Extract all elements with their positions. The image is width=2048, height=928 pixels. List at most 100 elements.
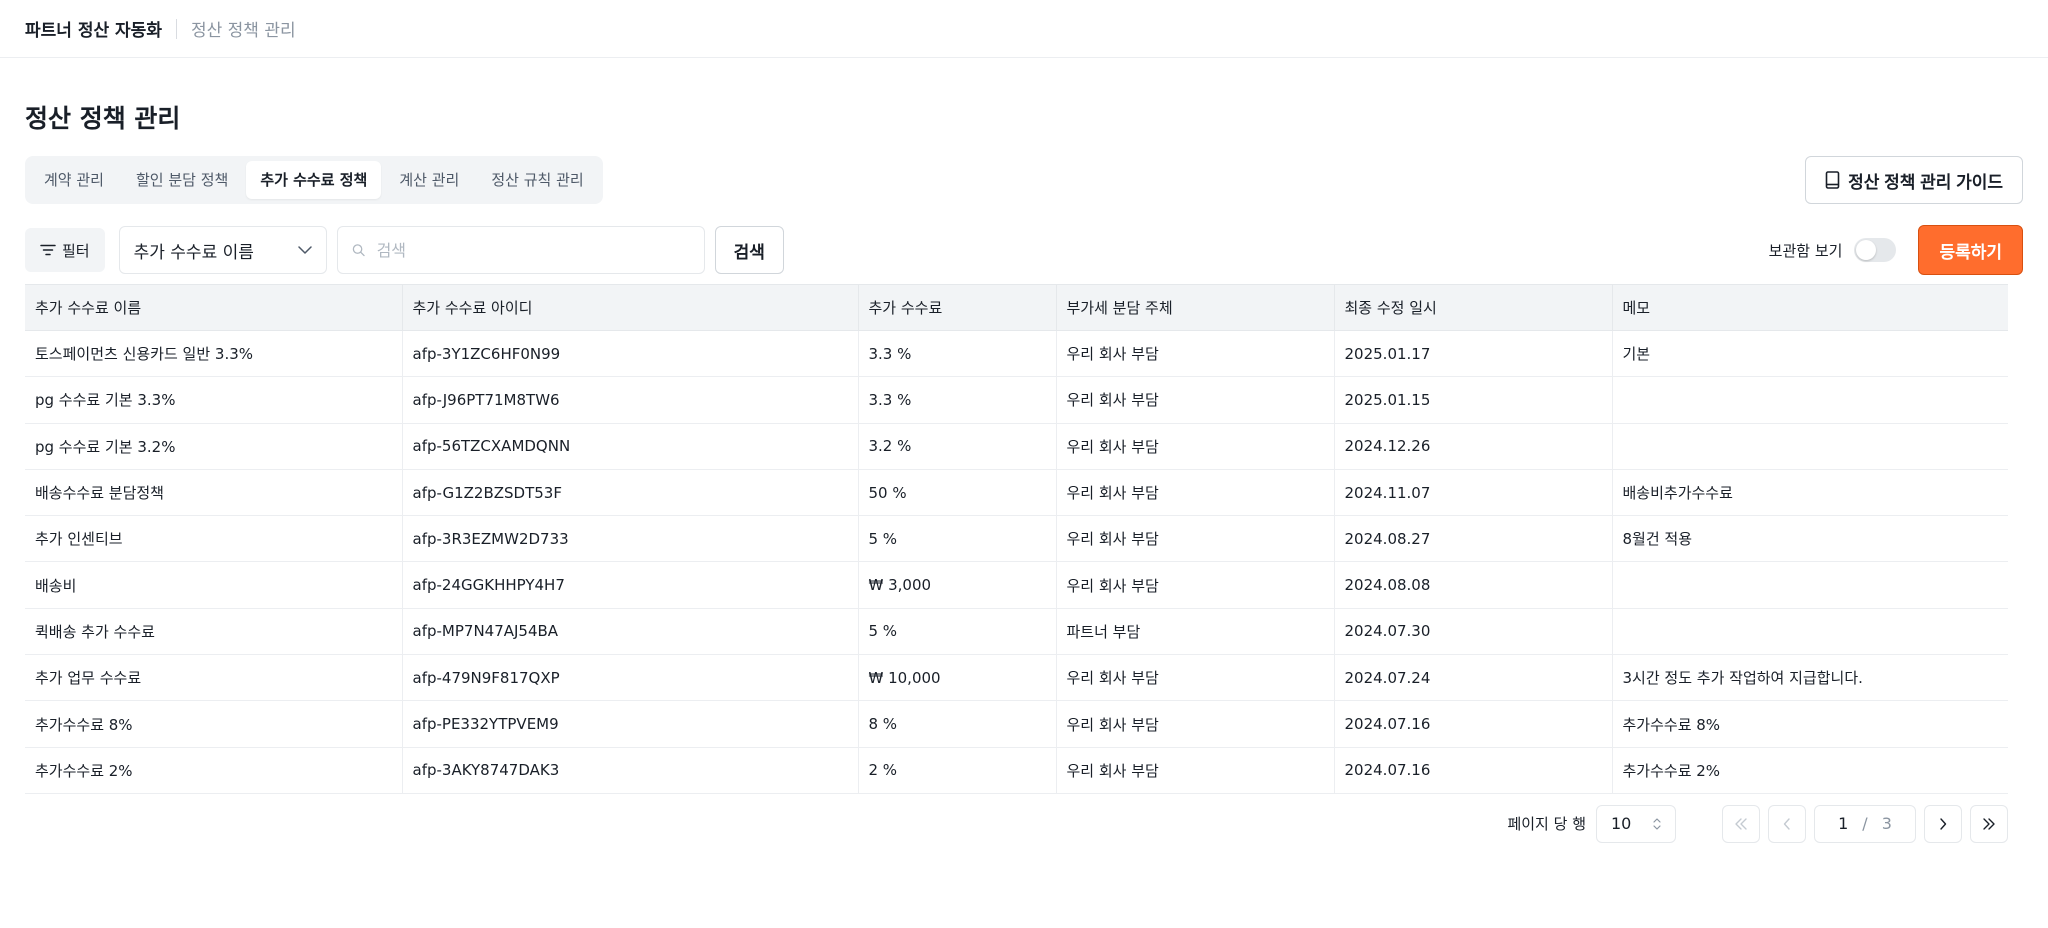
main-content: 정산 정책 관리 계약 관리 할인 분담 정책 추가 수수료 정책 계산 관리 … (0, 102, 2048, 844)
register-button[interactable]: 등록하기 (1918, 225, 2023, 275)
fee-amount-cell: ₩ 3,000 (858, 561, 1057, 609)
table-row[interactable]: pg 수수료 기본 3.3% afp-J96PT71M8TW6 3.3 % 우리… (25, 376, 2008, 424)
memo-cell: 추가수수료 8% (1612, 700, 2008, 748)
archive-toggle[interactable] (1854, 238, 1897, 262)
rows-per-page-label: 페이지 당 행 (1507, 815, 1586, 834)
chevron-up-down-icon (1653, 818, 1661, 830)
vat-bearer-cell: 우리 회사 부담 (1056, 700, 1335, 748)
fee-id-cell: afp-3AKY8747DAK3 (402, 747, 859, 794)
rows-per-page-value: 10 (1611, 814, 1632, 834)
tab-calculation[interactable]: 계산 관리 (385, 161, 473, 199)
vat-bearer-cell: 우리 회사 부담 (1056, 423, 1335, 470)
fee-id-cell: afp-3Y1ZC6HF0N99 (402, 330, 859, 378)
filter-button[interactable]: 필터 (25, 228, 105, 272)
page-indicator: 1 / 3 (1814, 804, 1916, 843)
table-row[interactable]: 퀵배송 추가 수수료 afp-MP7N47AJ54BA 5 % 파트너 부담 2… (25, 608, 2008, 656)
tab-additional-fee[interactable]: 추가 수수료 정책 (246, 161, 382, 199)
updated-at-cell: 2024.11.07 (1334, 469, 1613, 517)
fee-id-cell: afp-PE332YTPVEM9 (402, 700, 859, 748)
toolbar: 필터 추가 수수료 이름 검색 보관함 보기 등록하기 (25, 225, 2023, 275)
search-button[interactable]: 검색 (714, 226, 784, 274)
fee-name-cell: pg 수수료 기본 3.3% (25, 376, 403, 424)
fee-name-cell: 추가 업무 수수료 (25, 654, 403, 702)
rows-per-page-select[interactable]: 10 (1596, 804, 1676, 843)
current-page[interactable]: 1 (1838, 814, 1848, 833)
memo-cell (1612, 423, 2008, 470)
fee-amount-cell: 5 % (858, 608, 1057, 656)
updated-at-cell: 2025.01.17 (1334, 330, 1613, 378)
table-row[interactable]: 배송비 afp-24GGKHHPY4H7 ₩ 3,000 우리 회사 부담 20… (25, 561, 2008, 609)
fee-amount-cell: 2 % (858, 747, 1057, 794)
table-row[interactable]: 토스페이먼츠 신용카드 일반 3.3% afp-3Y1ZC6HF0N99 3.3… (25, 330, 2008, 378)
archive-view: 보관함 보기 (1769, 238, 1897, 262)
filter-label: 필터 (62, 241, 90, 260)
updated-at-cell: 2024.07.16 (1334, 747, 1613, 794)
prev-page-button[interactable] (1768, 804, 1806, 843)
app-title[interactable]: 파트너 정산 자동화 (25, 16, 162, 41)
next-page-button[interactable] (1924, 804, 1962, 843)
fee-name-cell: 추가 인센티브 (25, 515, 403, 563)
header-divider (175, 18, 177, 39)
updated-at-cell: 2024.07.24 (1334, 654, 1613, 702)
chevron-left-icon (1783, 818, 1790, 830)
chevron-right-icon (1940, 818, 1947, 830)
fee-name-cell: 추가수수료 2% (25, 747, 403, 794)
memo-cell: 3시간 정도 추가 작업하여 지급합니다. (1612, 654, 2008, 702)
memo-cell: 8월건 적용 (1612, 515, 2008, 563)
fee-name-cell: 배송수수료 분담정책 (25, 469, 403, 517)
fee-amount-cell: ₩ 10,000 (858, 654, 1057, 702)
column-header: 추가 수수료 아이디 (402, 284, 859, 331)
fee-amount-cell: 3.3 % (858, 376, 1057, 424)
table-row[interactable]: 추가 업무 수수료 afp-479N9F817QXP ₩ 10,000 우리 회… (25, 654, 2008, 702)
top-bar: 파트너 정산 자동화 정산 정책 관리 (0, 0, 2048, 58)
vat-bearer-cell: 우리 회사 부담 (1056, 654, 1335, 702)
table-row[interactable]: 추가수수료 2% afp-3AKY8747DAK3 2 % 우리 회사 부담 2… (25, 747, 2008, 794)
guide-button[interactable]: 정산 정책 관리 가이드 (1805, 156, 2023, 204)
toggle-knob (1856, 240, 1877, 260)
search-input[interactable] (376, 240, 690, 260)
chevron-down-icon (297, 246, 312, 254)
first-page-button[interactable] (1722, 804, 1760, 843)
updated-at-cell: 2024.07.16 (1334, 700, 1613, 748)
fee-id-cell: afp-G1Z2BZSDT53F (402, 469, 859, 517)
updated-at-cell: 2024.08.27 (1334, 515, 1613, 563)
search-field-select[interactable]: 추가 수수료 이름 (118, 226, 327, 274)
memo-cell: 배송비추가수수료 (1612, 469, 2008, 517)
table-row[interactable]: pg 수수료 기본 3.2% afp-56TZCXAMDQNN 3.2 % 우리… (25, 423, 2008, 470)
table-row[interactable]: 추가 인센티브 afp-3R3EZMW2D733 5 % 우리 회사 부담 20… (25, 515, 2008, 563)
tab-settlement-rules[interactable]: 정산 규칙 관리 (477, 161, 597, 199)
fee-id-cell: afp-479N9F817QXP (402, 654, 859, 702)
vat-bearer-cell: 우리 회사 부담 (1056, 515, 1335, 563)
last-page-button[interactable] (1970, 804, 2008, 843)
fee-amount-cell: 8 % (858, 700, 1057, 748)
breadcrumb[interactable]: 정산 정책 관리 (191, 16, 296, 41)
chevrons-right-icon (1983, 818, 1995, 830)
vat-bearer-cell: 우리 회사 부담 (1056, 469, 1335, 517)
updated-at-cell: 2025.01.15 (1334, 376, 1613, 424)
fee-name-cell: 추가수수료 8% (25, 700, 403, 748)
memo-cell: 추가수수료 2% (1612, 747, 2008, 794)
archive-label: 보관함 보기 (1768, 241, 1843, 260)
guide-button-label: 정산 정책 관리 가이드 (1848, 172, 2003, 192)
fee-id-cell: afp-J96PT71M8TW6 (402, 376, 859, 424)
search-icon (352, 244, 365, 257)
fee-amount-cell: 50 % (858, 469, 1057, 517)
chevrons-left-icon (1735, 818, 1747, 830)
fee-id-cell: afp-MP7N47AJ54BA (402, 608, 859, 656)
fee-id-cell: afp-3R3EZMW2D733 (402, 515, 859, 563)
vat-bearer-cell: 파트너 부담 (1056, 608, 1335, 656)
column-header: 추가 수수료 이름 (25, 284, 403, 331)
vat-bearer-cell: 우리 회사 부담 (1056, 376, 1335, 424)
book-icon (1825, 171, 1840, 189)
table-row[interactable]: 추가수수료 8% afp-PE332YTPVEM9 8 % 우리 회사 부담 2… (25, 700, 2008, 748)
tab-discount-share[interactable]: 할인 분담 정책 (122, 161, 242, 199)
tab-contract[interactable]: 계약 관리 (30, 161, 118, 199)
updated-at-cell: 2024.07.30 (1334, 608, 1613, 656)
table-header-row: 추가 수수료 이름 추가 수수료 아이디 추가 수수료 부가세 분담 주체 최종… (25, 284, 2008, 331)
fee-name-cell: 퀵배송 추가 수수료 (25, 608, 403, 656)
additional-fee-table: 추가 수수료 이름 추가 수수료 아이디 추가 수수료 부가세 분담 주체 최종… (25, 284, 2008, 794)
table-row[interactable]: 배송수수료 분담정책 afp-G1Z2BZSDT53F 50 % 우리 회사 부… (25, 469, 2008, 517)
memo-cell (1612, 376, 2008, 424)
memo-cell: 기본 (1612, 330, 2008, 378)
vat-bearer-cell: 우리 회사 부담 (1056, 561, 1335, 609)
